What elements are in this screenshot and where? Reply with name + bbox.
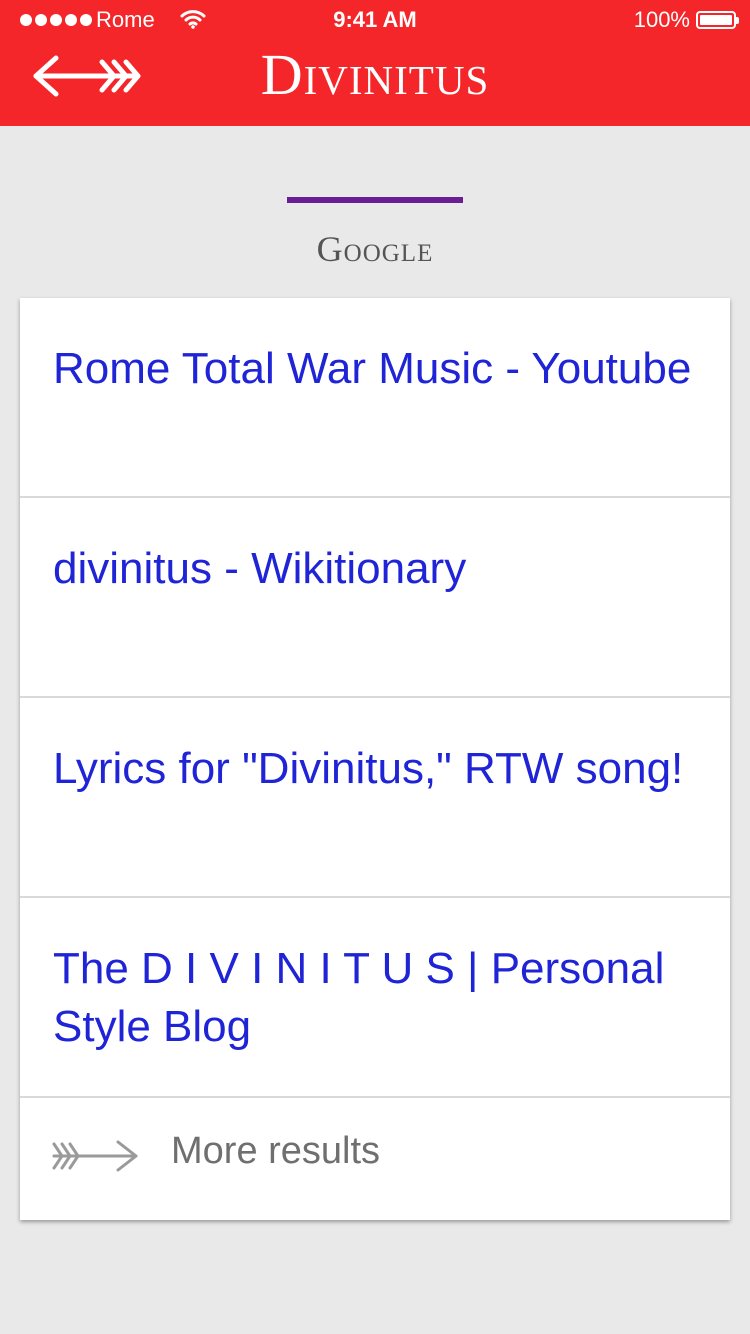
app-title: Divinitus [260, 42, 490, 107]
battery-icon [696, 11, 739, 29]
battery-percentage: 100% [633, 7, 690, 32]
arrow-right-icon [52, 1138, 140, 1179]
section-title: Google [316, 229, 434, 269]
more-results-label: More results [171, 1130, 381, 1172]
more-results-button[interactable]: More results [20, 1098, 730, 1218]
result-link[interactable]: Lyrics for "Divinitus," RTW song! [20, 698, 730, 898]
section-header: Google [0, 197, 750, 270]
app-header: Rome 9:41 AM 100% Divinitus [0, 0, 750, 126]
result-link[interactable]: The D I V I N I T U S | Personal Style B… [20, 898, 730, 1098]
section-accent-rule [287, 197, 463, 203]
result-link[interactable]: Rome Total War Music - Youtube [20, 298, 730, 498]
results-card: Rome Total War Music - Youtube divinitus… [20, 298, 730, 1220]
result-link[interactable]: divinitus - Wikitionary [20, 498, 730, 698]
status-bar: Rome 9:41 AM 100% [0, 0, 750, 40]
